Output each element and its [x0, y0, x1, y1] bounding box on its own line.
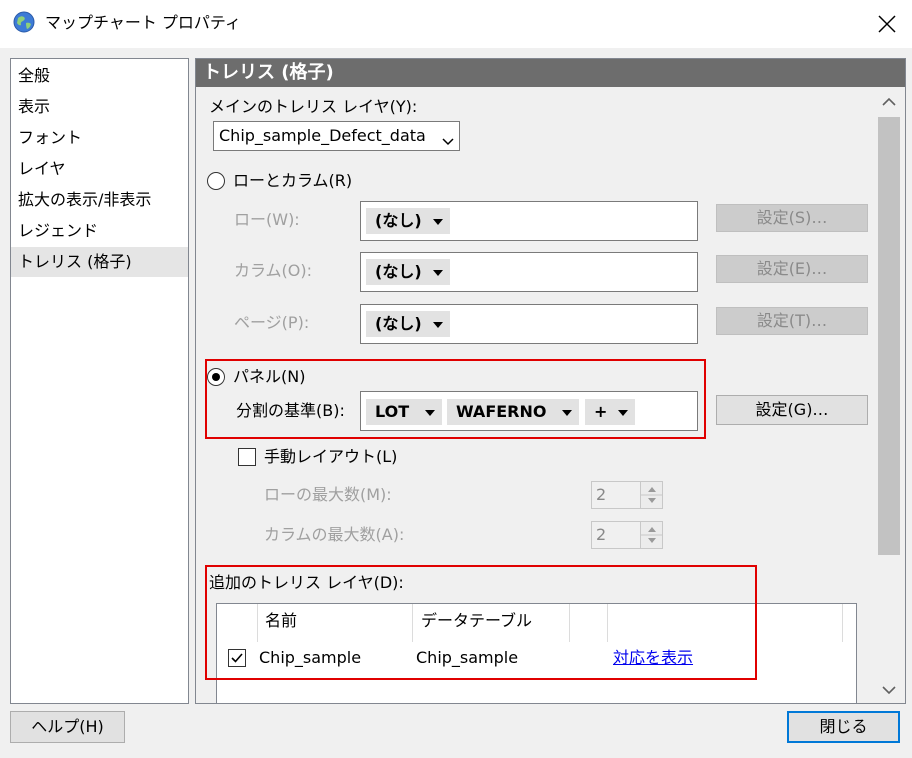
row-field[interactable]: (なし) [360, 201, 698, 241]
row-label: ロー(W): [234, 210, 300, 229]
vertical-scrollbar[interactable] [873, 87, 905, 703]
split-item-waferno: WAFERNO [456, 402, 547, 421]
triangle-down-icon [433, 219, 443, 225]
section-header: トレリス (格子) [196, 59, 905, 87]
max-cols-value: 2 [596, 525, 607, 544]
spinner-arrows-icon[interactable] [640, 522, 663, 548]
row-value: (なし) [375, 211, 422, 230]
page-value-dropdown[interactable]: (なし) [366, 311, 450, 337]
manual-layout-label: 手動レイアウト(L) [264, 447, 398, 466]
window-title: マップチャート プロパティ [45, 13, 241, 32]
column-field[interactable]: (なし) [360, 252, 698, 292]
title-bar: マップチャート プロパティ [0, 0, 912, 48]
sidebar-item-legend[interactable]: レジェンド [11, 216, 188, 246]
column-value: (なし) [375, 262, 422, 281]
split-by-field[interactable]: LOT WAFERNO + [360, 391, 698, 431]
close-button[interactable]: 閉じる [787, 711, 900, 743]
triangle-down-icon [433, 270, 443, 276]
chevron-down-icon [441, 132, 455, 146]
max-rows-spinner[interactable]: 2 [591, 481, 663, 509]
sidebar-item-layer[interactable]: レイヤ [11, 154, 188, 184]
triangle-down-icon [433, 322, 443, 328]
column-value-dropdown[interactable]: (なし) [366, 259, 450, 285]
manual-layout-checkbox[interactable] [238, 448, 256, 466]
split-by-waferno[interactable]: WAFERNO [447, 399, 579, 425]
sidebar: 全般 表示 フォント レイヤ 拡大の表示/非表示 レジェンド トレリス (格子) [10, 58, 189, 704]
split-by-lot[interactable]: LOT [366, 399, 442, 425]
column-settings-button[interactable]: 設定(E)… [716, 255, 868, 283]
max-cols-label: カラムの最大数(A): [264, 525, 405, 544]
row-column-radio[interactable] [207, 172, 225, 190]
scroll-up-icon[interactable] [873, 87, 905, 117]
sidebar-item-trellis[interactable]: トレリス (格子) [11, 247, 188, 277]
main-layer-label: メインのトレリス レイヤ(Y): [209, 97, 418, 116]
panel-radio[interactable] [207, 368, 225, 386]
scroll-down-icon[interactable] [873, 675, 905, 703]
triangle-down-icon [425, 410, 435, 416]
panel-label: パネル(N) [233, 367, 306, 386]
split-item-add: + [594, 402, 608, 421]
max-rows-label: ローの最大数(M): [264, 485, 392, 504]
row-value-dropdown[interactable]: (なし) [366, 208, 450, 234]
row-settings-button[interactable]: 設定(S)… [716, 204, 868, 232]
max-rows-value: 2 [596, 485, 607, 504]
column-label: カラム(O): [234, 261, 312, 280]
additional-layers-highlight-box [205, 565, 757, 680]
scrollbar-thumb[interactable] [878, 117, 900, 555]
split-by-add[interactable]: + [585, 399, 635, 425]
main-layer-value: Chip_sample_Defect_data [219, 126, 426, 145]
row-column-label: ローとカラム(R) [233, 171, 353, 190]
panel-settings-button[interactable]: 設定(G)… [716, 395, 868, 425]
trellis-panel: トレリス (格子) メインのトレリス レイヤ(Y): Chip_sample_D… [195, 58, 906, 704]
triangle-down-icon [562, 410, 572, 416]
page-settings-button[interactable]: 設定(T)… [716, 307, 868, 335]
page-field[interactable]: (なし) [360, 304, 698, 344]
spinner-arrows-icon[interactable] [640, 482, 663, 508]
max-cols-spinner[interactable]: 2 [591, 521, 663, 549]
help-button[interactable]: ヘルプ(H) [10, 711, 125, 743]
split-item-lot: LOT [375, 402, 410, 421]
sidebar-item-display[interactable]: 表示 [11, 92, 188, 122]
radio-dot-icon [212, 373, 220, 381]
triangle-down-icon [618, 410, 628, 416]
main-layer-dropdown[interactable]: Chip_sample_Defect_data [213, 121, 460, 151]
sidebar-item-zoom-visibility[interactable]: 拡大の表示/非表示 [11, 185, 188, 215]
page-value: (なし) [375, 314, 422, 333]
page-label: ページ(P): [234, 313, 310, 332]
sidebar-item-general[interactable]: 全般 [11, 61, 188, 91]
close-icon[interactable] [866, 6, 906, 42]
sidebar-item-font[interactable]: フォント [11, 123, 188, 153]
globe-icon [13, 11, 35, 33]
split-by-label: 分割の基準(B): [236, 401, 345, 420]
column-divider [842, 604, 843, 642]
